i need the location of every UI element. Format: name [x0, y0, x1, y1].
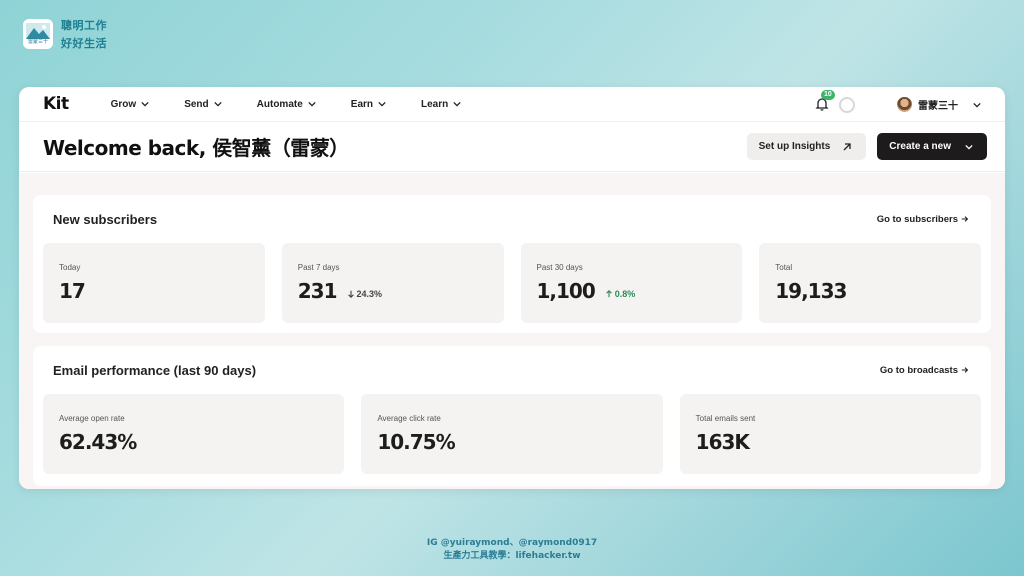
nav-earn-label: Earn [350, 98, 374, 110]
footer-line2: 生產力工具教學：lifehacker.tw [443, 551, 581, 561]
create-new-label: Create a new [889, 141, 951, 152]
top-nav: Kit Grow Send Automate Earn Learn 10 雷蒙三… [19, 87, 1005, 122]
delta-down: 24.3% [347, 289, 383, 299]
mountain-icon [26, 23, 50, 39]
chevron-down-icon [973, 102, 981, 108]
watermark-logo-caption: 雷蒙三十 [27, 39, 48, 45]
user-name: 雷蒙三十 [918, 101, 958, 112]
nav-automate-label: Automate [256, 98, 303, 110]
email-performance-panel: Email performance (last 90 days) Go to b… [33, 346, 991, 486]
delta-value: 24.3% [356, 289, 383, 299]
arrow-right-icon [961, 216, 969, 222]
nav-automate[interactable]: Automate [257, 99, 316, 110]
page-title: Welcome back, 侯智薰（雷蒙） [43, 136, 349, 160]
page-header: Welcome back, 侯智薰（雷蒙） Set up Insights Cr… [19, 122, 1005, 172]
nav-learn[interactable]: Learn [421, 99, 461, 110]
new-subscribers-panel: New subscribers Go to subscribers Today … [33, 195, 991, 333]
go-to-broadcasts-label: Go to broadcasts [879, 364, 958, 376]
stat-value: 163K [695, 430, 750, 454]
stat-card-past-30-days: Past 30 days 1,100 0.8% [520, 243, 743, 323]
stat-value: 62.43% [59, 430, 137, 454]
chevron-down-icon [965, 144, 973, 150]
watermark-line1: 聰明工作 [61, 19, 107, 32]
watermark-brand: 雷蒙三十 聰明工作 好好生活 [23, 17, 107, 51]
chevron-down-icon [378, 101, 386, 107]
dashboard-content: New subscribers Go to subscribers Today … [19, 173, 1005, 489]
stat-value: 17 [59, 279, 86, 303]
nav-send[interactable]: Send [184, 98, 222, 110]
footer-credit: IG @yuiraymond、@raymond0917 生產力工具教學：life… [0, 537, 1024, 563]
stat-card-open-rate: Average open rate 62.43% [43, 394, 345, 474]
notifications-button[interactable]: 10 [815, 89, 835, 113]
notification-count-badge: 10 [821, 89, 835, 100]
stat-label: Total [775, 263, 793, 272]
chevron-down-icon [308, 101, 316, 107]
stat-value: 19,133 [775, 279, 847, 303]
watermark-logo: 雷蒙三十 [23, 19, 53, 49]
kit-logo[interactable]: Kit [43, 94, 69, 114]
stat-card-click-rate: Average click rate 10.75% [361, 394, 663, 474]
arrow-up-right-icon [843, 142, 851, 150]
stat-label: Past 30 days [536, 263, 583, 272]
set-up-insights-label: Set up Insights [758, 141, 831, 152]
watermark-line2: 好好生活 [61, 37, 107, 50]
arrow-right-icon [961, 367, 969, 373]
arrow-down-icon [347, 290, 354, 298]
new-subscribers-title: New subscribers [53, 211, 158, 227]
footer-line1: IG @yuiraymond、@raymond0917 [426, 538, 598, 548]
stat-card-total: Total 19,133 [759, 243, 981, 323]
nav-send-label: Send [184, 98, 209, 110]
stat-label: Past 7 days [297, 263, 340, 272]
nav-learn-label: Learn [421, 98, 449, 110]
set-up-insights-button[interactable]: Set up Insights [746, 133, 867, 160]
delta-up: 0.8% [605, 289, 636, 299]
user-menu[interactable]: 雷蒙三十 [897, 97, 981, 112]
nav-grow[interactable]: Grow [111, 99, 150, 110]
stat-value: 1,100 [536, 279, 596, 303]
stat-value: 10.75% [377, 430, 455, 454]
nav-grow-label: Grow [110, 98, 137, 110]
email-performance-title: Email performance (last 90 days) [53, 362, 257, 378]
stat-label: Average click rate [377, 414, 441, 423]
app-window: Kit Grow Send Automate Earn Learn 10 雷蒙三… [19, 87, 1005, 489]
delta-value: 0.8% [614, 289, 636, 299]
stat-label: Average open rate [59, 414, 125, 423]
stat-card-emails-sent: Total emails sent 163K [679, 394, 981, 474]
stat-label: Total emails sent [695, 414, 756, 423]
chevron-down-icon [214, 101, 222, 107]
create-new-button[interactable]: Create a new [877, 133, 987, 160]
go-to-subscribers-link[interactable]: Go to subscribers [877, 214, 969, 225]
stat-card-past-7-days: Past 7 days 231 24.3% [281, 243, 504, 323]
chevron-down-icon [453, 101, 461, 107]
arrow-up-icon [605, 290, 612, 298]
stat-value: 231 [297, 279, 338, 303]
stat-card-today: Today 17 [43, 243, 265, 323]
loading-spinner-icon [839, 96, 855, 113]
nav-earn[interactable]: Earn [351, 99, 386, 110]
avatar [897, 97, 912, 112]
stat-label: Today [59, 263, 81, 272]
chevron-down-icon [141, 101, 149, 107]
go-to-broadcasts-link[interactable]: Go to broadcasts [880, 365, 969, 376]
go-to-subscribers-label: Go to subscribers [876, 213, 958, 225]
